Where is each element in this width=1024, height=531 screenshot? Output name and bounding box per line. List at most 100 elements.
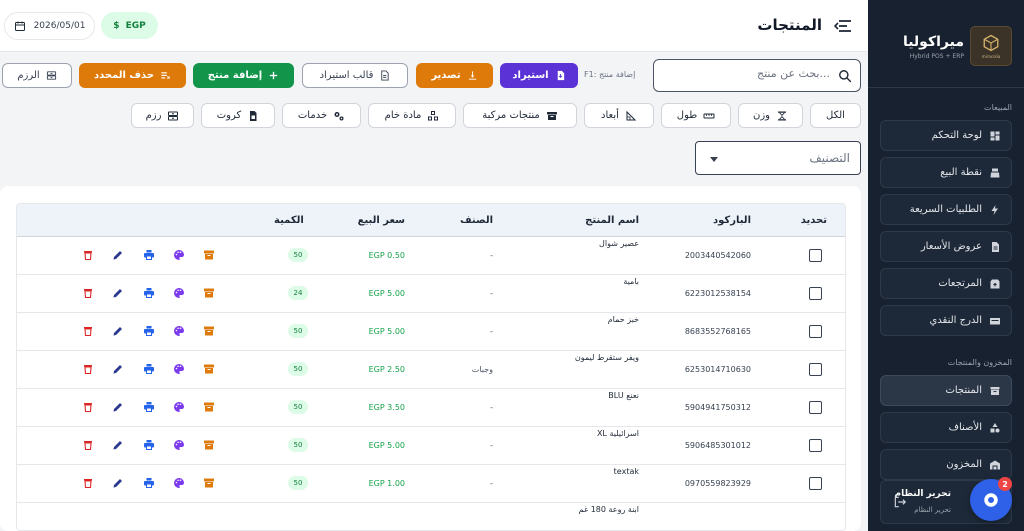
category-select[interactable]: التصنيف — [695, 141, 861, 175]
logout-icon[interactable] — [893, 495, 907, 509]
printer-icon — [144, 364, 154, 374]
archive-button[interactable] — [203, 325, 215, 337]
color-button[interactable] — [173, 249, 185, 261]
archive-button[interactable] — [203, 249, 215, 261]
table-row[interactable]: 5904941750312 BLU نعنع - EGP 3.50 50 — [17, 389, 845, 427]
row-checkbox[interactable] — [809, 439, 822, 452]
print-button[interactable] — [143, 439, 155, 451]
print-button[interactable] — [143, 477, 155, 489]
edit-button[interactable] — [112, 363, 124, 375]
edit-button[interactable] — [112, 401, 124, 413]
row-checkbox[interactable] — [809, 287, 822, 300]
table-row[interactable]: 6253014710630 ويفر ستقرط ليمون وجبات EGP… — [17, 351, 845, 389]
print-button[interactable] — [143, 287, 155, 299]
row-checkbox[interactable] — [809, 401, 822, 414]
pencil-icon — [113, 441, 122, 450]
bundles-button[interactable]: الرزم — [2, 63, 72, 88]
cell-product-name: XL اسرائيلية — [596, 429, 639, 438]
delete-button[interactable] — [82, 439, 94, 451]
cell-qty-badge: 50 — [288, 400, 308, 414]
row-checkbox[interactable] — [809, 477, 822, 490]
row-checkbox[interactable] — [809, 363, 822, 376]
search-box[interactable] — [653, 59, 861, 92]
table-row[interactable]: 0970559823929 textak - EGP 1.00 50 — [17, 465, 845, 503]
column-header-category[interactable]: الصنف — [460, 215, 493, 226]
filter-chip-length[interactable]: طول — [661, 103, 731, 128]
delete-button[interactable] — [82, 325, 94, 337]
import-button[interactable]: استيراد — [500, 63, 578, 88]
top-header: 2026/05/01 $ EGP المنتجات — [0, 0, 868, 52]
trash-icon — [84, 403, 92, 413]
edit-button[interactable] — [112, 477, 124, 489]
sidebar-item-inventory-2[interactable]: المخزون — [880, 449, 1012, 480]
delete-button[interactable] — [82, 477, 94, 489]
column-header-price[interactable]: سعر البيع — [358, 215, 405, 226]
delete-button[interactable] — [82, 249, 94, 261]
sidebar-item-inventory-1[interactable]: الأصناف — [880, 412, 1012, 443]
edit-button[interactable] — [112, 287, 124, 299]
date-picker[interactable]: 2026/05/01 — [4, 12, 95, 40]
sim-card-icon — [250, 110, 257, 121]
sidebar-item-sales-1[interactable]: نقطة البيع — [880, 157, 1012, 188]
column-header-name[interactable]: اسم المنتج — [585, 215, 639, 226]
table-row[interactable]: 6223012538154 بامية - EGP 5.00 24 — [17, 275, 845, 313]
archive-button[interactable] — [203, 477, 215, 489]
filter-chip-raw-material[interactable]: مادة خام — [368, 103, 456, 128]
edit-button[interactable] — [112, 249, 124, 261]
print-button[interactable] — [143, 363, 155, 375]
delete-button[interactable] — [82, 363, 94, 375]
bundle-icon — [168, 111, 179, 120]
sidebar-item-sales-4[interactable]: المرتجعات — [880, 268, 1012, 299]
filter-chip-services[interactable]: خدمات — [282, 103, 361, 128]
filter-chip-dimensions[interactable]: أبعاد — [584, 103, 654, 128]
filter-chip-composite[interactable]: منتجات مركبة — [463, 103, 577, 128]
row-checkbox[interactable] — [809, 325, 822, 338]
bolt-icon — [991, 204, 998, 215]
color-button[interactable] — [173, 439, 185, 451]
color-button[interactable] — [173, 287, 185, 299]
scale-icon — [778, 111, 786, 120]
edit-button[interactable] — [112, 325, 124, 337]
column-header-qty[interactable]: الكمية — [274, 215, 304, 226]
filter-chip-cards[interactable]: كروت — [201, 103, 275, 128]
filter-chip-bundles[interactable]: رزم — [131, 103, 194, 128]
table-row[interactable]: 5906485301012 XL اسرائيلية - EGP 5.00 50 — [17, 427, 845, 465]
filter-chip-weight[interactable]: وزن — [738, 103, 803, 128]
delete-button[interactable] — [82, 287, 94, 299]
filter-chip-all[interactable]: الكل — [810, 103, 861, 128]
delete-button[interactable] — [82, 401, 94, 413]
print-button[interactable] — [143, 401, 155, 413]
print-button[interactable] — [143, 325, 155, 337]
cell-barcode: 6223012538154 — [684, 289, 751, 298]
archive-button[interactable] — [203, 439, 215, 451]
delete-selected-button[interactable]: حذف المحدد — [79, 63, 186, 88]
table-row[interactable]: 8683552768165 خبز حمام - EGP 5.00 50 — [17, 313, 845, 351]
print-button[interactable] — [143, 249, 155, 261]
color-button[interactable] — [173, 401, 185, 413]
color-button[interactable] — [173, 477, 185, 489]
menu-collapse-icon[interactable] — [834, 18, 852, 34]
sidebar-item-sales-0[interactable]: لوحة التحكم — [880, 120, 1012, 151]
color-button[interactable] — [173, 325, 185, 337]
cell-barcode: 5906485301012 — [684, 441, 751, 450]
export-button[interactable]: تصدير — [416, 63, 493, 88]
currency-badge[interactable]: $ EGP — [101, 12, 158, 39]
sidebar-item-sales-5[interactable]: الدرج النقدي — [880, 305, 1012, 336]
sidebar-item-label: عروض الأسعار — [920, 241, 982, 252]
import-template-button[interactable]: قالب استيراد — [302, 63, 408, 88]
table-row[interactable]: ابنة روعة 180 غم — [17, 503, 845, 530]
column-header-barcode[interactable]: الباركود — [713, 215, 751, 226]
search-input[interactable] — [660, 67, 830, 80]
color-button[interactable] — [173, 363, 185, 375]
row-checkbox[interactable] — [809, 249, 822, 262]
sidebar-item-sales-2[interactable]: الطلبيات السريعة — [880, 194, 1012, 225]
archive-button[interactable] — [203, 287, 215, 299]
sidebar-item-inventory-0[interactable]: المنتجات — [880, 375, 1012, 406]
edit-button[interactable] — [112, 439, 124, 451]
category-select-placeholder: التصنيف — [809, 151, 850, 165]
table-row[interactable]: 2003440542060 عصير شوال - EGP 0.50 50 — [17, 237, 845, 275]
add-product-button[interactable]: إضافة منتج — [193, 63, 294, 88]
archive-button[interactable] — [203, 363, 215, 375]
archive-button[interactable] — [203, 401, 215, 413]
sidebar-item-sales-3[interactable]: عروض الأسعار — [880, 231, 1012, 262]
